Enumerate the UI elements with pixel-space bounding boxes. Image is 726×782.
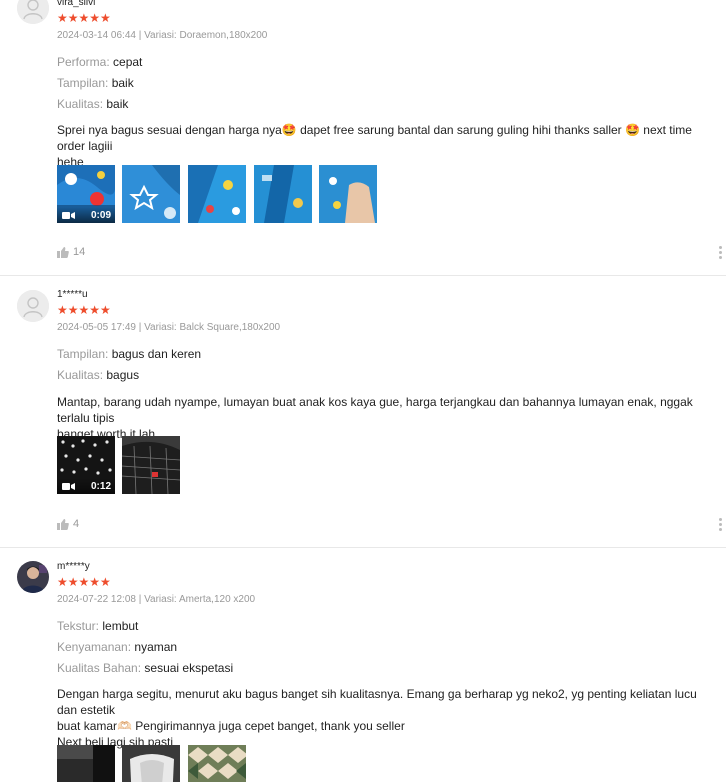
like-button[interactable]: 14: [57, 246, 85, 258]
reviewer-name: 1*****u: [57, 289, 88, 300]
avatar[interactable]: [17, 0, 49, 24]
reviewer-name: vira_silvi: [57, 0, 96, 8]
avatar[interactable]: [17, 561, 49, 593]
attribute-row: Kenyamanan: nyaman: [57, 640, 178, 654]
review-video-thumbnail[interactable]: 0:12: [57, 436, 115, 494]
review-divider: [0, 547, 726, 548]
more-options-button[interactable]: [718, 518, 724, 533]
thumbs-up-icon: [57, 246, 69, 258]
attribute-row: Tampilan: bagus dan keren: [57, 347, 202, 361]
attribute-row: Kualitas: bagus: [57, 368, 140, 382]
rating-stars: ★★★★★: [57, 11, 111, 25]
media-gallery: 0:09: [57, 165, 377, 223]
rating-stars: ★★★★★: [57, 303, 111, 317]
user-placeholder-icon: [17, 290, 49, 322]
reviewer-name: m*****y: [57, 561, 90, 572]
attribute-row: Tampilan: baik: [57, 76, 134, 90]
review-comment: Dengan harga segitu, menurut aku bagus b…: [57, 687, 697, 749]
video-camera-icon: [62, 483, 75, 490]
review-photo-thumbnail[interactable]: [122, 436, 180, 494]
attribute-row: Performa: cepat: [57, 55, 143, 69]
thumbs-up-icon: [57, 518, 69, 530]
review-photo-thumbnail[interactable]: [57, 745, 115, 782]
review-photo-thumbnail[interactable]: [254, 165, 312, 223]
video-duration: 0:12: [90, 481, 111, 492]
media-gallery: 0:12: [57, 436, 187, 494]
user-placeholder-icon: [17, 0, 49, 24]
review-comment: Mantap, barang udah nyampe, lumayan buat…: [57, 395, 693, 441]
review-photo-thumbnail[interactable]: [188, 745, 246, 782]
attribute-row: Kualitas: baik: [57, 97, 129, 111]
media-gallery: [57, 745, 247, 782]
more-options-button[interactable]: [718, 246, 724, 261]
review-photo-thumbnail[interactable]: [319, 165, 377, 223]
review-video-thumbnail[interactable]: 0:09: [57, 165, 115, 223]
review-comment: Sprei nya bagus sesuai dengan harga nya🤩…: [57, 123, 692, 169]
review-photo-thumbnail[interactable]: [188, 165, 246, 223]
user-photo-avatar: [17, 561, 49, 593]
like-button[interactable]: 4: [57, 518, 79, 530]
like-count: 4: [73, 518, 80, 530]
video-camera-icon: [62, 212, 75, 219]
review-divider: [0, 275, 726, 276]
attribute-row: Kualitas Bahan: sesuai ekspetasi: [57, 661, 234, 675]
review-photo-thumbnail[interactable]: [122, 745, 180, 782]
review-photo-thumbnail[interactable]: [122, 165, 180, 223]
video-duration: 0:09: [90, 210, 111, 221]
rating-stars: ★★★★★: [57, 575, 111, 589]
review-meta: 2024-07-22 12:08 | Variasi: Amerta,120 x…: [57, 594, 256, 605]
attribute-row: Tekstur: lembut: [57, 619, 139, 633]
review-meta: 2024-03-14 06:44 | Variasi: Doraemon,180…: [57, 30, 268, 41]
like-count: 14: [73, 246, 86, 258]
review-meta: 2024-05-05 17:49 | Variasi: Balck Square…: [57, 322, 281, 333]
avatar[interactable]: [17, 290, 49, 322]
